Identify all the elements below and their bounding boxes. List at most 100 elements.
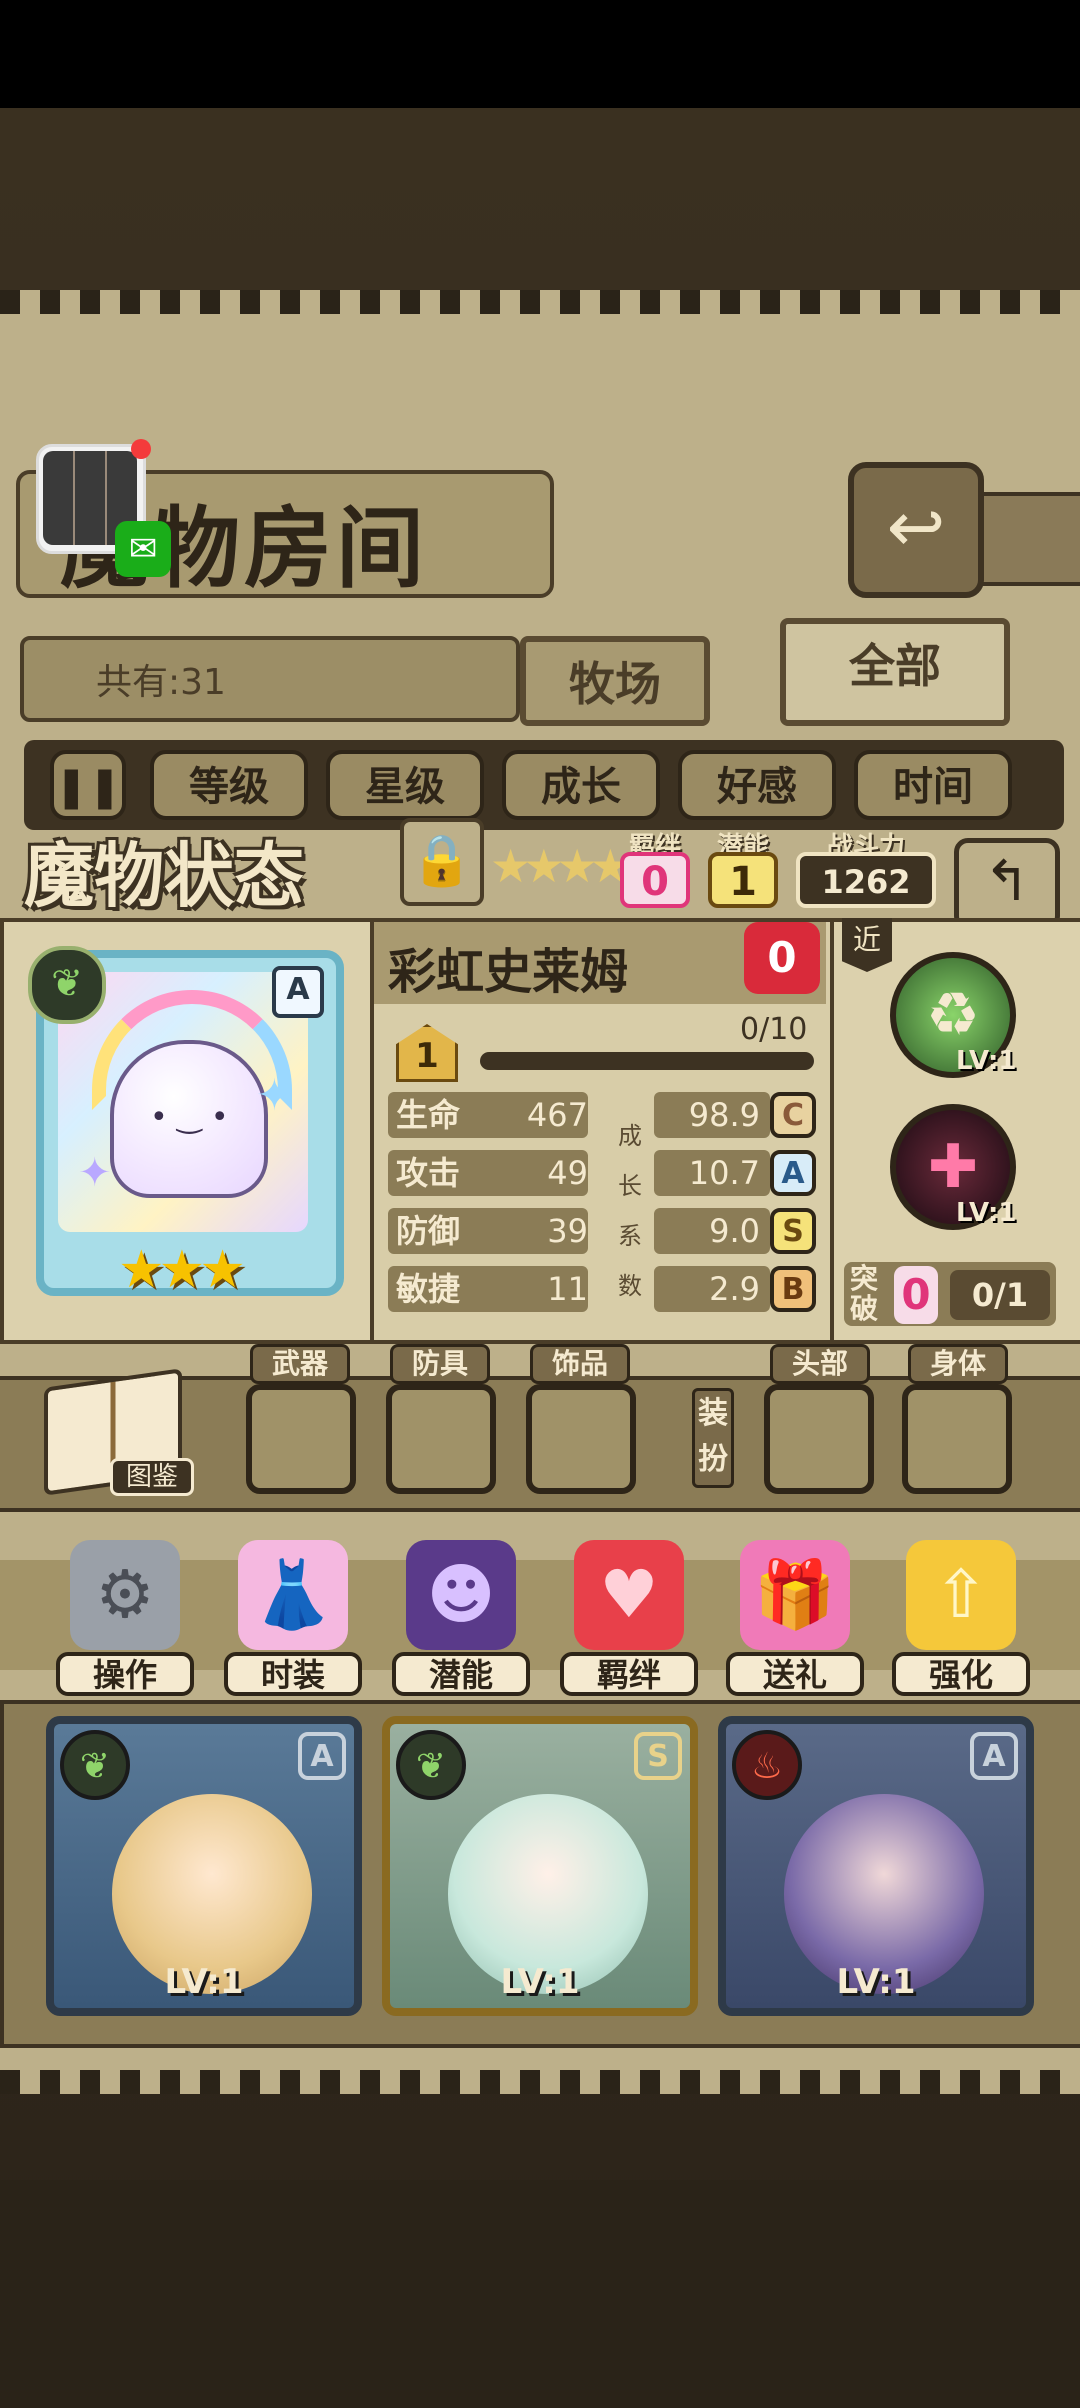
lock-icon: 🔒 [410, 831, 474, 889]
wechat-icon: ✉ [115, 521, 171, 577]
top-zigzag-edge [0, 290, 1080, 314]
exp-bar [480, 1052, 814, 1070]
rank-badge: A [970, 1732, 1018, 1780]
fire-element-icon: ♨ [732, 1730, 802, 1800]
rank-badge: A [298, 1732, 346, 1780]
rank-badge: S [634, 1732, 682, 1780]
stat-atk-value: 49 [547, 1154, 588, 1192]
gift-icon: 🎁 [740, 1540, 850, 1650]
back-arrow-icon: ↩ [886, 486, 946, 568]
status-back-button[interactable]: ↰ [954, 838, 1060, 930]
body-label: 身体 [908, 1344, 1008, 1384]
weapon-label: 武器 [250, 1344, 350, 1384]
head-label: 头部 [770, 1344, 870, 1384]
card-level: LV:1 [836, 1962, 916, 2002]
breakthrough-progress: 0/1 [950, 1270, 1050, 1320]
enhance-label: 强化 [892, 1652, 1030, 1696]
floating-app-icon[interactable]: ✉ [36, 439, 171, 577]
power-value: 1262 [796, 852, 936, 908]
status-bar [0, 0, 1080, 108]
bond-action-label: 羁绊 [560, 1652, 698, 1696]
potential-action-label: 潜能 [392, 1652, 530, 1696]
star-rating: ★★★ [118, 1240, 246, 1300]
notification-dot [131, 439, 151, 459]
bottom-background [0, 2180, 1080, 2408]
monster-name: 彩虹史莱姆 [388, 944, 629, 1000]
sort-order-toggle[interactable]: ❚❚ [50, 750, 126, 820]
bond-button[interactable]: ♥ 羁绊 [560, 1540, 698, 1698]
costume-label: 时装 [224, 1652, 362, 1696]
favor-heart-icon[interactable]: 0 [744, 922, 820, 994]
operate-button[interactable]: ⚙ 操作 [56, 1540, 194, 1698]
costume-button[interactable]: 👗 时装 [224, 1540, 362, 1698]
bond-value: 0 [620, 852, 690, 908]
recycle-skill-icon: ♻ [926, 980, 980, 1050]
exp-value: 0/10 [740, 1012, 808, 1047]
hearts-icon: ♥ [574, 1540, 684, 1650]
growth-hp-value: 98.9 [654, 1092, 770, 1138]
monster-card[interactable]: ❦ A LV:1 [46, 1716, 362, 2016]
sort-growth-button[interactable]: 成长 [502, 750, 660, 820]
demon-icon: ☻ [406, 1540, 516, 1650]
sort-time-button[interactable]: 时间 [854, 750, 1012, 820]
accessory-slot[interactable] [526, 1384, 636, 1494]
accessory-label: 饰品 [530, 1344, 630, 1384]
armor-slot[interactable] [386, 1384, 496, 1494]
weapon-slot[interactable] [246, 1384, 356, 1494]
card-level: LV:1 [164, 1962, 244, 2002]
clothes-icon: 👗 [238, 1540, 348, 1650]
range-tag: 近 [842, 918, 892, 972]
sparkle-skill-icon: ✚ [927, 1132, 979, 1202]
gift-button[interactable]: 🎁 送礼 [726, 1540, 864, 1698]
dress-up-label: 装扮 [692, 1388, 734, 1488]
monster-card[interactable]: ♨ A LV:1 [718, 1716, 1034, 2016]
back-button[interactable]: ↩ [848, 462, 984, 598]
sparkle-icon: ✦ [256, 1070, 293, 1121]
leaf-element-icon: ❦ [28, 946, 106, 1024]
card-level: LV:1 [500, 1962, 580, 2002]
growth-def-value: 9.0 [654, 1208, 770, 1254]
head-slot[interactable] [764, 1384, 874, 1494]
potential-value: 1 [708, 852, 778, 908]
star-strip-icon: ★★★★ [490, 839, 631, 893]
monster-card[interactable]: ❦ S LV:1 [382, 1716, 698, 2016]
growth-char: 成 [618, 1122, 642, 1150]
leaf-element-icon: ❦ [60, 1730, 130, 1800]
stat-def-value: 39 [547, 1212, 588, 1250]
breakthrough-label: 突破 [850, 1262, 879, 1325]
gift-label: 送礼 [726, 1652, 864, 1696]
grade-agi-badge: B [770, 1266, 816, 1312]
pause-icon: ❚❚ [54, 764, 122, 810]
body-slot[interactable] [902, 1384, 1012, 1494]
monster-count: 共有:31 [20, 636, 520, 722]
tab-all[interactable]: 全部 [780, 618, 1010, 726]
gear-icon: ⚙ [70, 1540, 180, 1650]
skill-1-level: LV:1 [956, 1046, 1017, 1076]
sort-level-button[interactable]: 等级 [150, 750, 308, 820]
sort-affection-button[interactable]: 好感 [678, 750, 836, 820]
growth-char: 长 [618, 1172, 642, 1200]
up-arrows-icon: ⇧ [906, 1540, 1016, 1650]
sparkle-icon: ✦ [78, 1150, 112, 1196]
enhance-button[interactable]: ⇧ 强化 [892, 1540, 1030, 1698]
grade-atk-badge: A [770, 1150, 816, 1196]
back-arrow-icon: ↰ [983, 849, 1031, 914]
grade-hp-badge: C [770, 1092, 816, 1138]
breakthrough-value: 0 [894, 1266, 938, 1324]
stat-hp-value: 467 [526, 1096, 588, 1134]
tab-pasture[interactable]: 牧场 [520, 636, 710, 726]
lock-button[interactable]: 🔒 [400, 818, 484, 906]
potential-button[interactable]: ☻ 潜能 [392, 1540, 530, 1698]
favor-value: 0 [767, 933, 797, 982]
leaf-element-icon: ❦ [396, 1730, 466, 1800]
armor-label: 防具 [390, 1344, 490, 1384]
sort-star-button[interactable]: 星级 [326, 750, 484, 820]
skill-2-level: LV:1 [956, 1198, 1017, 1228]
bottom-zigzag-edge [0, 2070, 1080, 2094]
grade-def-badge: S [770, 1208, 816, 1254]
operate-label: 操作 [56, 1652, 194, 1696]
growth-agi-value: 2.9 [654, 1266, 770, 1312]
rank-badge: A [272, 966, 324, 1018]
encyclopedia-label: 图鉴 [110, 1458, 194, 1496]
stat-agi-value: 11 [547, 1270, 588, 1308]
